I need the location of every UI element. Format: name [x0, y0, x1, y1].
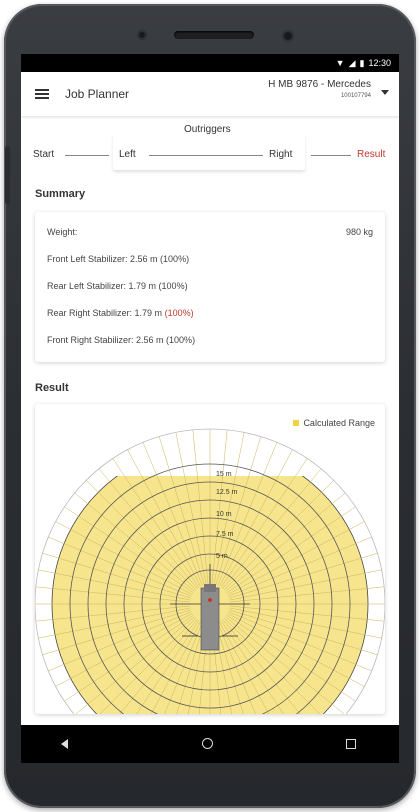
side-button — [5, 146, 10, 204]
rear-right-stabilizer-pct: (100%) — [164, 308, 194, 318]
recent-apps-icon[interactable] — [346, 739, 356, 749]
step-connector — [65, 155, 109, 156]
step-result[interactable]: Result — [357, 149, 385, 160]
vehicle-id: 100107794 — [340, 93, 371, 99]
sensor — [282, 30, 294, 42]
ring-label: 7.5 m — [216, 531, 234, 538]
page-title: Job Planner — [65, 87, 130, 101]
stepper: Outriggers Start Left Right Result — [21, 116, 399, 172]
vehicle-body — [200, 587, 220, 651]
ring-label: 10 m — [216, 511, 232, 518]
summary-card: Weight: 980 kg Front Left Stabilizer: 2.… — [35, 212, 385, 362]
vehicle-cab — [204, 584, 216, 592]
step-left[interactable]: Left — [119, 149, 136, 160]
rear-left-stabilizer: Rear Left Stabilizer: 1.79 m (100%) — [47, 281, 188, 291]
status-bar: ▼ ◢ ▮ 12:30 — [21, 54, 399, 72]
vehicle-name: H MB 9876 - Mercedes — [268, 79, 371, 90]
front-camera — [137, 30, 147, 40]
result-card: Calculated Range 15 m 12.5 m 10 m 7.5 m5 m — [35, 404, 385, 714]
ring-label: 5 m — [216, 553, 228, 560]
battery-icon: ▮ — [359, 57, 365, 68]
weight-value: 980 kg — [345, 227, 373, 237]
earpiece-speaker — [174, 31, 254, 39]
vehicle-selector[interactable]: H MB 9876 - Mercedes 100107794 — [268, 79, 371, 99]
ring-label: 15 m — [216, 471, 232, 478]
step-group-label: Outriggers — [184, 124, 231, 135]
result-title: Result — [35, 382, 69, 394]
step-connector — [311, 155, 351, 156]
step-start[interactable]: Start — [33, 149, 54, 160]
home-icon[interactable] — [202, 738, 213, 749]
weight-label: Weight: — [47, 227, 78, 237]
nav-bar — [21, 725, 399, 763]
screen: ▼ ◢ ▮ 12:30 Job Planner H MB 9876 - Merc… — [21, 54, 399, 763]
app-bar: Job Planner H MB 9876 - Mercedes 1001077… — [21, 72, 399, 116]
slew-center — [208, 598, 212, 602]
signal-icon: ◢ — [348, 57, 356, 68]
chevron-down-icon[interactable] — [381, 90, 389, 95]
rear-right-stabilizer: Rear Right Stabilizer: 1.79 m (100%) — [47, 308, 194, 318]
status-time: 12:30 — [368, 58, 391, 68]
range-diagram: 15 m 12.5 m 10 m 7.5 m 5 m — [35, 428, 385, 714]
back-icon[interactable] — [61, 739, 68, 749]
wifi-icon: ▼ — [335, 58, 345, 68]
ring-label: 12.5 m — [216, 489, 238, 496]
rear-right-stabilizer-text: Rear Right Stabilizer: 1.79 m — [47, 308, 163, 318]
step-connector — [149, 155, 263, 156]
front-right-stabilizer: Front Right Stabilizer: 2.56 m (100%) — [47, 335, 196, 345]
summary-title: Summary — [35, 188, 86, 200]
front-left-stabilizer: Front Left Stabilizer: 2.56 m (100%) — [47, 254, 190, 264]
step-right[interactable]: Right — [269, 149, 292, 160]
hamburger-menu-icon[interactable] — [35, 89, 49, 99]
